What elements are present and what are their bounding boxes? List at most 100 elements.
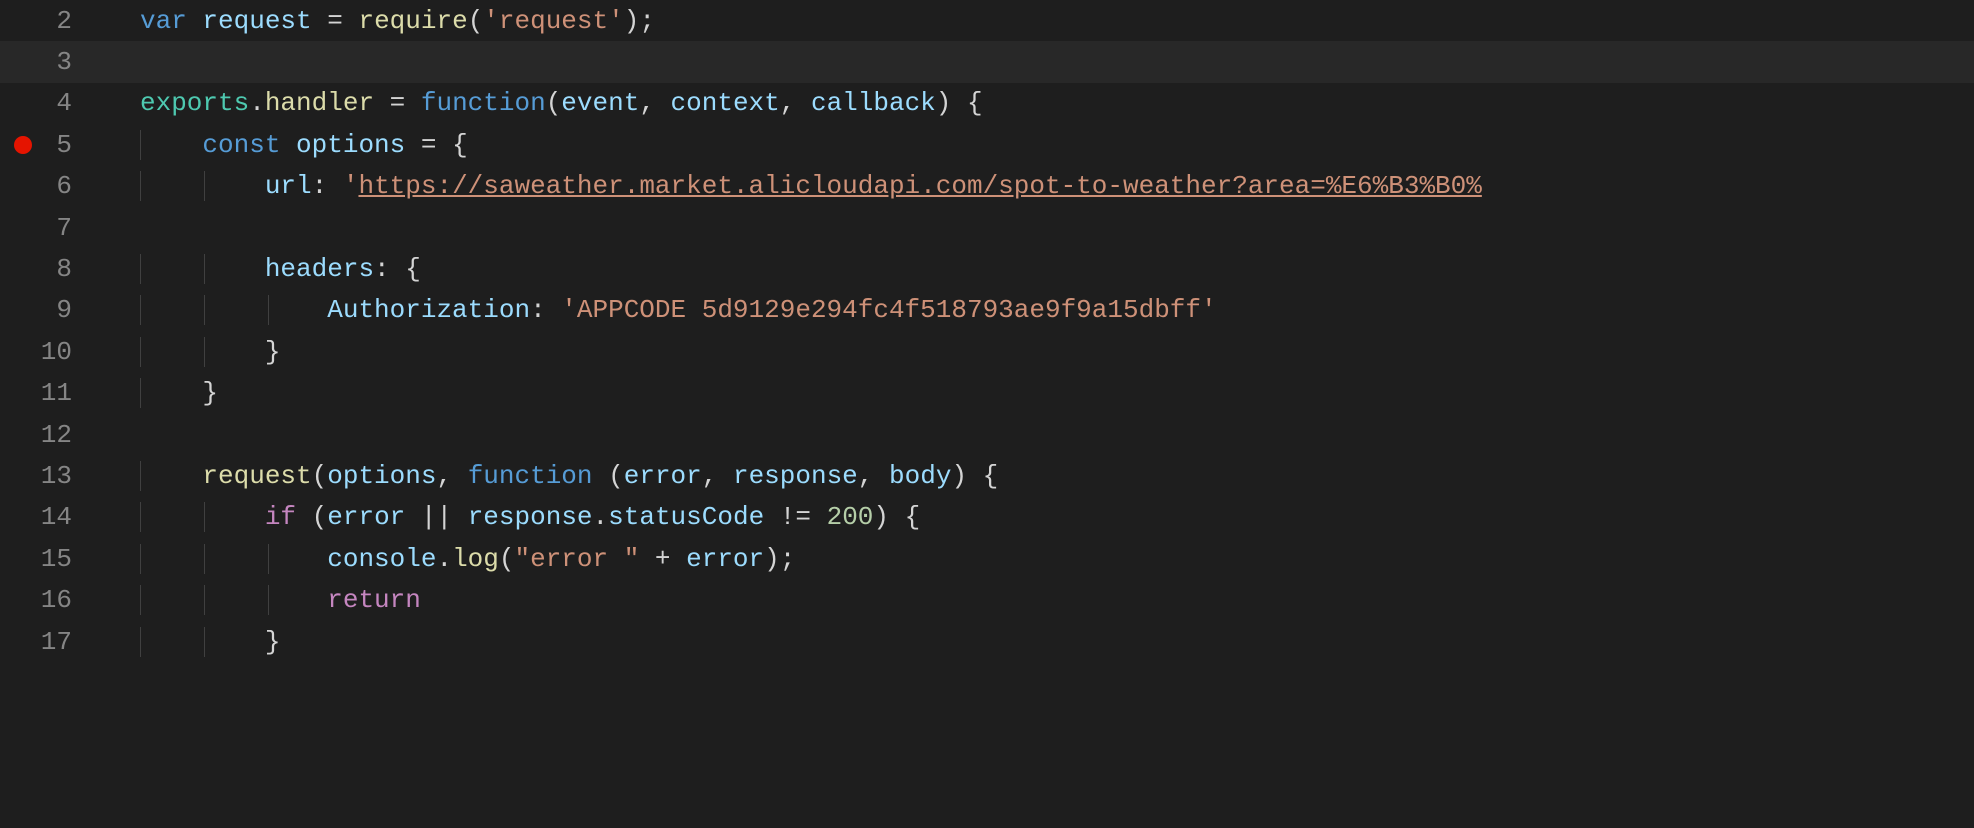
code-line[interactable]: 11 } bbox=[0, 373, 1974, 414]
line-number[interactable]: 10 bbox=[0, 337, 100, 367]
paren: ) bbox=[764, 544, 780, 574]
code-content[interactable]: } bbox=[100, 337, 1974, 367]
dot: . bbox=[593, 502, 609, 532]
indent bbox=[140, 337, 265, 367]
code-line[interactable]: 7 bbox=[0, 207, 1974, 248]
property: Authorization bbox=[327, 295, 530, 325]
variable: response bbox=[468, 502, 593, 532]
keyword-var: var bbox=[140, 6, 187, 36]
line-number-text: 5 bbox=[56, 130, 72, 160]
paren: ( bbox=[312, 461, 328, 491]
indent bbox=[140, 378, 202, 408]
space bbox=[296, 502, 312, 532]
code-line-current[interactable]: 3 bbox=[0, 41, 1974, 82]
param: body bbox=[889, 461, 951, 491]
brace: { bbox=[452, 130, 468, 160]
code-line[interactable]: 6 url: 'https://saweather.market.aliclou… bbox=[0, 166, 1974, 207]
code-content[interactable]: url: 'https://saweather.market.aliclouda… bbox=[100, 171, 1974, 201]
line-number[interactable]: 7 bbox=[0, 213, 100, 243]
line-number[interactable]: 12 bbox=[0, 420, 100, 450]
indent bbox=[140, 171, 265, 201]
line-number[interactable]: 14 bbox=[0, 502, 100, 532]
code-line[interactable]: 17 } bbox=[0, 621, 1974, 662]
paren: ( bbox=[312, 502, 328, 532]
code-content[interactable]: request(options, function (error, respon… bbox=[100, 461, 1974, 491]
line-number[interactable]: 15 bbox=[0, 544, 100, 574]
line-number[interactable]: 16 bbox=[0, 585, 100, 615]
paren: ) bbox=[873, 502, 889, 532]
colon: : bbox=[374, 254, 405, 284]
indent bbox=[140, 130, 202, 160]
space bbox=[280, 130, 296, 160]
keyword-function: function bbox=[421, 88, 546, 118]
indent bbox=[140, 461, 202, 491]
paren: ( bbox=[546, 88, 562, 118]
property: url bbox=[265, 171, 312, 201]
code-line[interactable]: 16 return bbox=[0, 579, 1974, 620]
code-content[interactable]: const options = { bbox=[100, 130, 1974, 160]
paren: ( bbox=[499, 544, 515, 574]
code-line[interactable]: 8 headers: { bbox=[0, 248, 1974, 289]
indent-guide-icon bbox=[268, 295, 269, 325]
line-number[interactable]: 9 bbox=[0, 295, 100, 325]
brace: { bbox=[951, 88, 982, 118]
operator: + bbox=[639, 544, 686, 574]
line-number[interactable]: 6 bbox=[0, 171, 100, 201]
code-content[interactable]: if (error || response.statusCode != 200)… bbox=[100, 502, 1974, 532]
code-line[interactable]: 10 } bbox=[0, 331, 1974, 372]
line-number[interactable]: 3 bbox=[0, 47, 100, 77]
line-number[interactable]: 13 bbox=[0, 461, 100, 491]
line-number[interactable]: 17 bbox=[0, 627, 100, 657]
code-line[interactable]: 14 if (error || response.statusCode != 2… bbox=[0, 497, 1974, 538]
line-number[interactable]: 2 bbox=[0, 6, 100, 36]
code-line[interactable]: 12 bbox=[0, 414, 1974, 455]
brace: { bbox=[889, 502, 920, 532]
string: 'request' bbox=[483, 6, 623, 36]
code-line[interactable]: 2 var request = require('request'); bbox=[0, 0, 1974, 41]
code-content[interactable]: } bbox=[100, 627, 1974, 657]
line-number[interactable]: 4 bbox=[0, 88, 100, 118]
dot: . bbox=[436, 544, 452, 574]
string: "error " bbox=[514, 544, 639, 574]
code-content[interactable]: exports.handler = function(event, contex… bbox=[100, 88, 1974, 118]
comma: , bbox=[858, 461, 889, 491]
object: exports bbox=[140, 88, 249, 118]
keyword-const: const bbox=[202, 130, 280, 160]
comma: , bbox=[639, 88, 670, 118]
variable: options bbox=[296, 130, 405, 160]
brace: } bbox=[265, 337, 281, 367]
code-content[interactable]: console.log("error " + error); bbox=[100, 544, 1974, 574]
string: 'APPCODE 5d9129e294fc4f518793ae9f9a15dbf… bbox=[561, 295, 1216, 325]
line-number[interactable]: 8 bbox=[0, 254, 100, 284]
operator: = bbox=[405, 130, 452, 160]
indent bbox=[140, 544, 327, 574]
code-line[interactable]: 4 exports.handler = function(event, cont… bbox=[0, 83, 1974, 124]
brace: { bbox=[405, 254, 421, 284]
line-number[interactable]: 11 bbox=[0, 378, 100, 408]
operator: = bbox=[327, 6, 358, 36]
function-call: require bbox=[358, 6, 467, 36]
colon: : bbox=[530, 295, 561, 325]
code-content[interactable]: return bbox=[100, 585, 1974, 615]
code-line[interactable]: 5 const options = { bbox=[0, 124, 1974, 165]
keyword-function: function bbox=[468, 461, 593, 491]
indent bbox=[140, 295, 327, 325]
code-line[interactable]: 13 request(options, function (error, res… bbox=[0, 455, 1974, 496]
variable: error bbox=[327, 502, 405, 532]
line-number[interactable]: 5 bbox=[0, 130, 100, 160]
code-line[interactable]: 9 Authorization: 'APPCODE 5d9129e294fc4f… bbox=[0, 290, 1974, 331]
code-content[interactable]: headers: { bbox=[100, 254, 1974, 284]
space bbox=[593, 461, 609, 491]
semicolon: ; bbox=[639, 6, 655, 36]
code-content[interactable]: } bbox=[100, 378, 1974, 408]
code-content[interactable]: var request = require('request'); bbox=[100, 6, 1974, 36]
semicolon: ; bbox=[780, 544, 796, 574]
code-content[interactable]: Authorization: 'APPCODE 5d9129e294fc4f51… bbox=[100, 295, 1974, 325]
operator: || bbox=[405, 502, 467, 532]
code-line[interactable]: 15 console.log("error " + error); bbox=[0, 538, 1974, 579]
paren: ( bbox=[468, 6, 484, 36]
object: console bbox=[327, 544, 436, 574]
breakpoint-icon[interactable] bbox=[14, 136, 32, 154]
method: log bbox=[452, 544, 499, 574]
code-editor[interactable]: 2 var request = require('request'); 3 4 … bbox=[0, 0, 1974, 828]
